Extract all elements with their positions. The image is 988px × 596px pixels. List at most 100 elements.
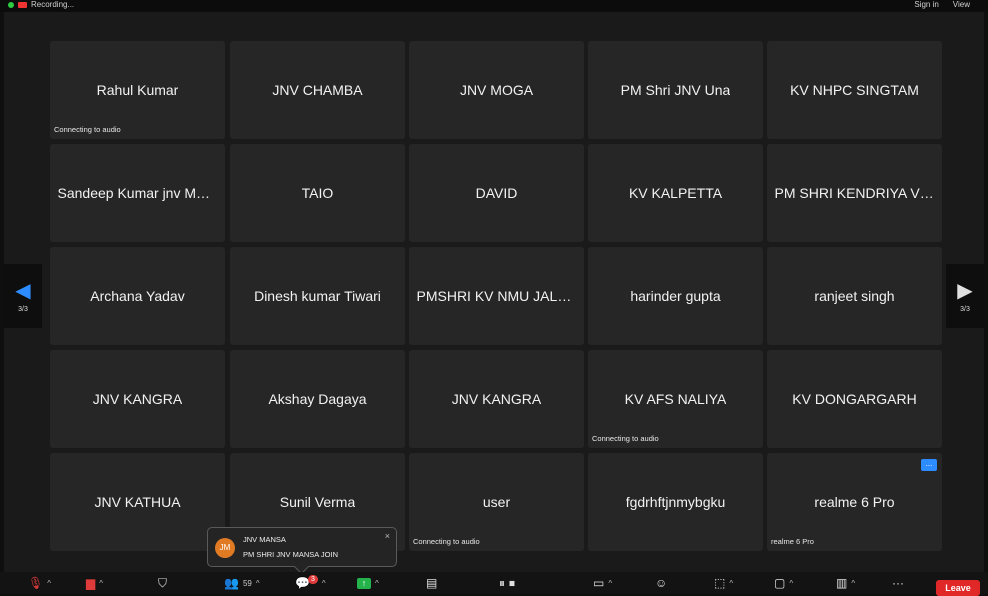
audio-status: realme 6 Pro xyxy=(771,537,814,546)
pause-icon: ⏸ xyxy=(499,575,506,590)
captions-button[interactable]: ▭ ^ xyxy=(593,576,612,590)
participant-tile[interactable]: realme 6 Pro realme 6 Pro... xyxy=(767,453,942,551)
mute-button[interactable]: 🎙 ^ xyxy=(28,576,51,590)
participant-tile[interactable]: DAVID xyxy=(409,144,584,242)
avatar: JM xyxy=(215,538,235,558)
participants-icon: 👥 xyxy=(224,576,239,590)
video-off-icon: ▆ xyxy=(86,576,96,590)
notes-panel-button[interactable]: ▥ ^ xyxy=(836,576,855,590)
top-bar: Recording... Sign in View xyxy=(0,0,988,12)
chat-sender: JNV MANSA xyxy=(243,535,286,544)
participant-name: KV KALPETTA xyxy=(628,185,723,201)
participant-tile[interactable]: KV DONGARGARH xyxy=(767,350,942,448)
participant-name: PM SHRI KENDRIYA VID... xyxy=(774,185,935,201)
chevron-up-icon[interactable]: ^ xyxy=(729,579,733,588)
record-icon xyxy=(18,1,27,8)
more-options-button[interactable]: ... xyxy=(921,459,937,471)
participant-name: KV DONGARGARH xyxy=(792,391,917,407)
apps-button[interactable]: ⬚ ^ xyxy=(714,576,733,590)
chevron-up-icon[interactable]: ^ xyxy=(322,579,326,588)
chevron-up-icon[interactable]: ^ xyxy=(47,579,51,588)
view-button[interactable]: View xyxy=(953,0,970,9)
participant-name: JNV KANGRA xyxy=(451,391,542,407)
participant-tile[interactable]: JNV KANGRA xyxy=(409,350,584,448)
participant-name: Archana Yadav xyxy=(90,288,185,304)
chevron-up-icon[interactable]: ^ xyxy=(608,579,612,588)
chat-message: PM SHRI JNV MANSA JOIN xyxy=(243,550,339,559)
participant-name: fgdrhftjnmybgku xyxy=(625,494,726,510)
participant-name: realme 6 Pro xyxy=(814,494,895,510)
participant-count: 59 xyxy=(242,578,252,588)
video-button[interactable]: ▆ ^ xyxy=(86,576,103,590)
participant-tile[interactable]: JNV KANGRA xyxy=(50,350,225,448)
participant-name: Rahul Kumar xyxy=(96,82,179,98)
audio-status: Connecting to audio xyxy=(592,434,659,443)
notes-button[interactable]: ▤ xyxy=(426,576,437,590)
shield-icon xyxy=(8,1,14,8)
whiteboard-button[interactable]: ▢ ^ xyxy=(774,576,793,590)
participant-name: user xyxy=(482,494,511,510)
participant-tile[interactable]: Archana Yadav xyxy=(50,247,225,345)
participant-name: JNV KANGRA xyxy=(92,391,183,407)
close-icon[interactable]: × xyxy=(385,531,390,541)
participant-tile[interactable]: PMSHRI KV NMU JALG... xyxy=(409,247,584,345)
participant-tile[interactable]: JNV KATHUA xyxy=(50,453,225,551)
reactions-button[interactable]: ☺ xyxy=(655,576,667,590)
participant-tile[interactable]: Rahul Kumar Connecting to audio xyxy=(50,41,225,139)
participant-name: JNV MOGA xyxy=(459,82,534,98)
shield-icon: ⛉ xyxy=(158,575,168,590)
page-indicator: 3/3 xyxy=(18,305,28,313)
participant-name: harinder gupta xyxy=(630,288,721,304)
participant-tile[interactable]: Sandeep Kumar jnv Moga xyxy=(50,144,225,242)
chevron-up-icon[interactable]: ^ xyxy=(375,579,379,588)
participant-name: Sunil Verma xyxy=(279,494,356,510)
participant-tile[interactable]: TAIO xyxy=(230,144,405,242)
chevron-up-icon[interactable]: ^ xyxy=(789,579,793,588)
recording-label: Recording... xyxy=(31,0,75,9)
mic-muted-icon: 🎙 xyxy=(28,576,44,590)
chevron-up-icon[interactable]: ^ xyxy=(851,579,855,588)
next-page-button[interactable]: ▶ 3/3 xyxy=(946,264,984,328)
chat-notification[interactable]: JM JNV MANSA PM SHRI JNV MANSA JOIN × xyxy=(207,527,397,575)
more-button[interactable]: ··· xyxy=(892,576,904,590)
participant-tile[interactable]: harinder gupta xyxy=(588,247,763,345)
participant-tile[interactable]: KV KALPETTA xyxy=(588,144,763,242)
participant-tile[interactable]: PM SHRI KENDRIYA VID... xyxy=(767,144,942,242)
more-icon: ··· xyxy=(892,576,904,590)
participant-name: ranjeet singh xyxy=(814,288,895,304)
chevron-up-icon[interactable]: ^ xyxy=(99,579,103,588)
share-screen-button[interactable]: ↑ ^ xyxy=(357,576,379,590)
recording-controls-button[interactable]: ⏸ ⏹ xyxy=(499,576,515,590)
participant-name: Dinesh kumar Tiwari xyxy=(254,288,381,304)
participant-tile[interactable]: KV NHPC SINGTAM xyxy=(767,41,942,139)
participant-tile[interactable]: fgdrhftjnmybgku xyxy=(588,453,763,551)
participant-tile[interactable]: ranjeet singh xyxy=(767,247,942,345)
participant-tile[interactable]: KV AFS NALIYA Connecting to audio xyxy=(588,350,763,448)
participant-name: PM Shri JNV Una xyxy=(620,82,731,98)
participant-name: Sandeep Kumar jnv Moga xyxy=(57,185,218,201)
chat-badge: 3 xyxy=(307,574,318,584)
participant-tile[interactable]: PM Shri JNV Una xyxy=(588,41,763,139)
participant-name: Akshay Dagaya xyxy=(268,391,367,407)
participant-tile[interactable]: JNV MOGA xyxy=(409,41,584,139)
chat-button[interactable]: 💬 3 ^ xyxy=(295,574,326,590)
smiley-icon: ☺ xyxy=(655,576,668,590)
chevron-up-icon[interactable]: ^ xyxy=(256,579,260,588)
audio-status: Connecting to audio xyxy=(413,537,480,546)
participants-button[interactable]: 👥 59 ^ xyxy=(224,576,260,590)
participant-name: DAVID xyxy=(475,185,518,201)
participant-tile[interactable]: JNV CHAMBA xyxy=(230,41,405,139)
participant-tile[interactable]: Akshay Dagaya xyxy=(230,350,405,448)
page-indicator: 3/3 xyxy=(960,305,970,313)
participant-name: JNV KATHUA xyxy=(94,494,181,510)
whiteboard-icon: ▢ xyxy=(774,576,786,590)
participant-tile[interactable]: user Connecting to audio xyxy=(409,453,584,551)
gallery-grid: Rahul Kumar Connecting to audio JNV CHAMB… xyxy=(50,41,943,551)
participant-name: KV NHPC SINGTAM xyxy=(790,82,919,98)
security-button[interactable]: ⛉ xyxy=(158,576,167,590)
recording-indicator[interactable]: Recording... xyxy=(8,0,74,9)
previous-page-button[interactable]: ◀ 3/3 xyxy=(4,264,42,328)
sign-in-link[interactable]: Sign in xyxy=(914,0,938,9)
participant-tile[interactable]: Dinesh kumar Tiwari xyxy=(230,247,405,345)
arrow-right-icon: ▶ xyxy=(957,279,973,302)
